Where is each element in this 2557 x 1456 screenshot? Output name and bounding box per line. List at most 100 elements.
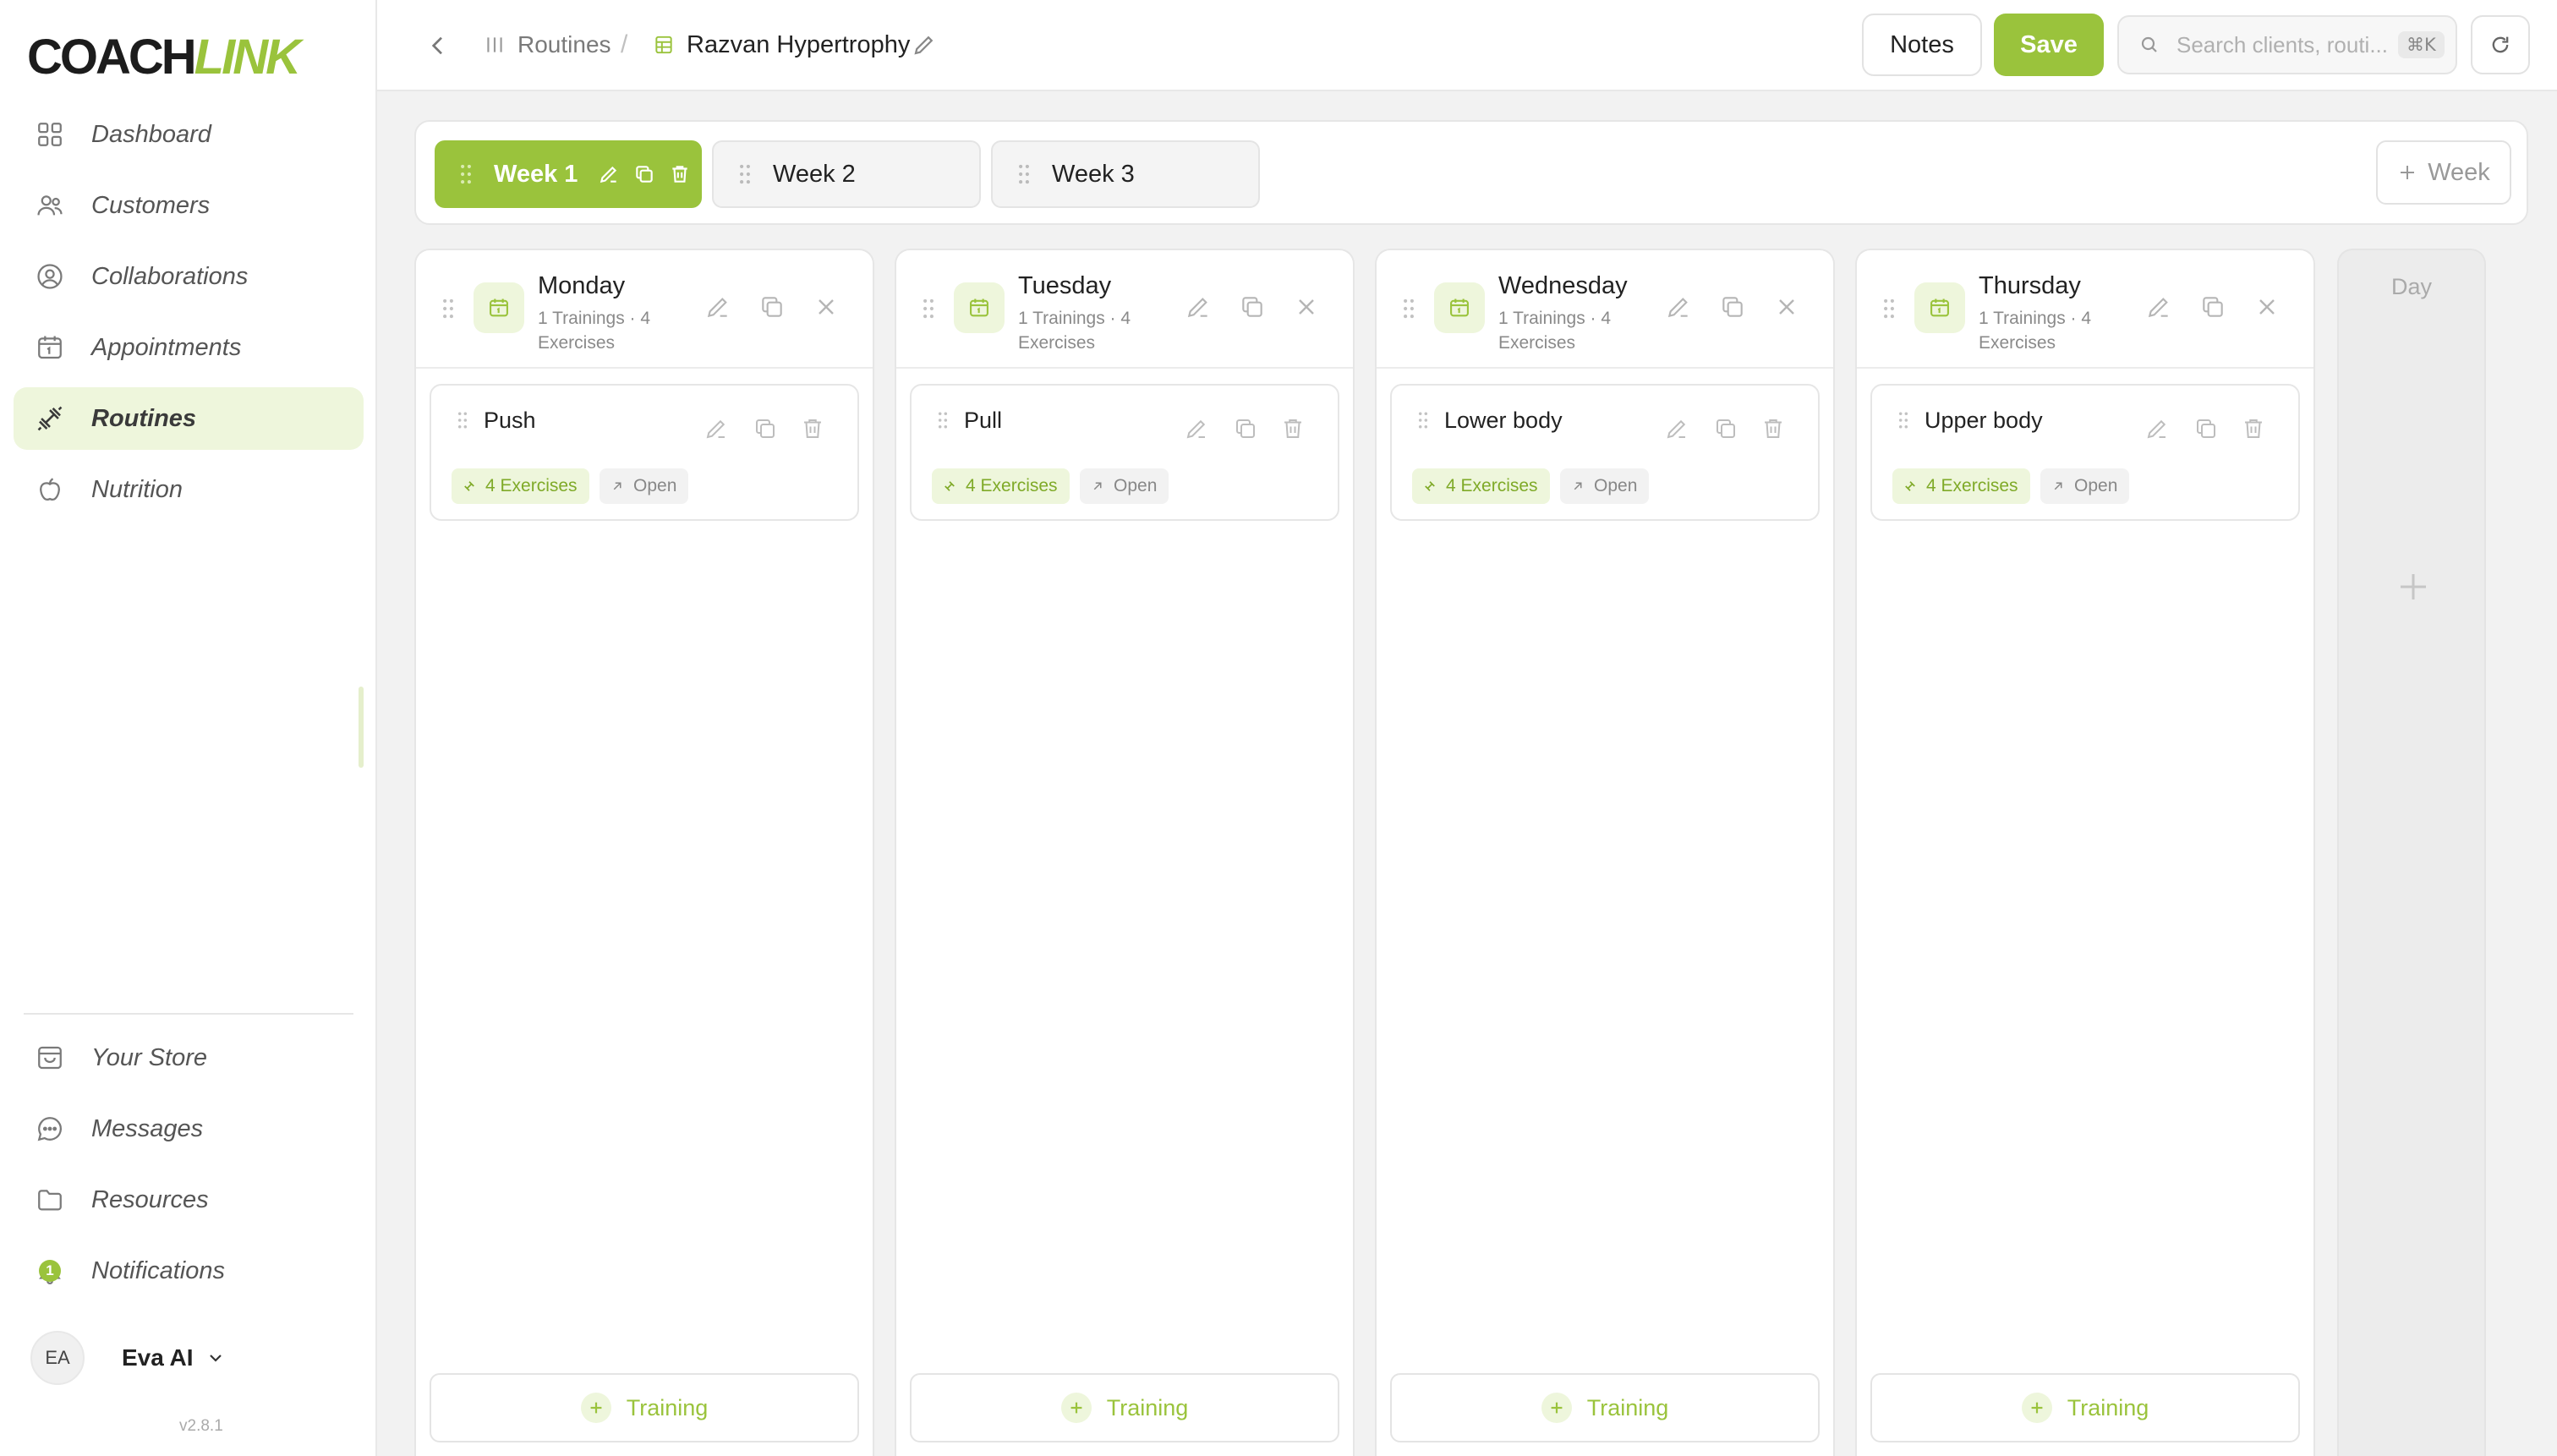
- nav-appointments-label: Appointments: [91, 333, 242, 361]
- exercises-count-badge[interactable]: 4 Exercises: [452, 468, 589, 504]
- nav-messages[interactable]: Messages: [14, 1097, 364, 1160]
- nav-notifications[interactable]: 1 Notifications: [14, 1240, 364, 1302]
- notes-button[interactable]: Notes: [1862, 14, 1982, 76]
- day-header: Wednesday 1 Trainings · 4 Exercises: [1377, 250, 1833, 369]
- open-training-button[interactable]: Open: [600, 468, 689, 504]
- nav-routines[interactable]: Routines: [14, 387, 364, 450]
- drag-handle-icon[interactable]: [1016, 163, 1032, 185]
- exercises-count-label: 4 Exercises: [1926, 476, 2018, 495]
- edit-day-pencil-icon[interactable]: [1662, 291, 1695, 323]
- week-tabs-bar: Week 1 Week 2 Week 3 Week: [414, 120, 2528, 225]
- edit-title-pencil-icon[interactable]: [912, 32, 937, 57]
- nav-dashboard[interactable]: Dashboard: [14, 103, 364, 166]
- notification-count-badge: 1: [39, 1260, 61, 1282]
- user-menu[interactable]: EA Eva AI: [30, 1331, 226, 1385]
- add-training-button[interactable]: Training: [910, 1373, 1339, 1442]
- sidebar-scrollbar[interactable]: [359, 687, 364, 768]
- edit-week-pencil-icon[interactable]: [598, 163, 620, 185]
- delete-week-trash-icon[interactable]: [669, 163, 691, 185]
- save-button[interactable]: Save: [1994, 14, 2104, 76]
- avatar: EA: [30, 1331, 85, 1385]
- duplicate-training-copy-icon[interactable]: [1713, 416, 1740, 443]
- store-icon: [36, 1043, 64, 1072]
- add-week-label: Week: [2428, 158, 2490, 186]
- plus-icon: [580, 1393, 611, 1423]
- edit-day-pencil-icon[interactable]: [702, 291, 734, 323]
- nav-notifications-label: Notifications: [91, 1256, 225, 1284]
- remove-day-close-icon[interactable]: [810, 291, 842, 323]
- nav-customers[interactable]: Customers: [14, 174, 364, 237]
- duplicate-day-copy-icon[interactable]: [2197, 291, 2229, 323]
- breadcrumb-routines[interactable]: Routines: [484, 25, 611, 64]
- tab-week-2[interactable]: Week 2: [712, 140, 981, 208]
- training-card[interactable]: Push 4 Exercises Open: [430, 384, 859, 521]
- remove-day-close-icon[interactable]: [1290, 291, 1322, 323]
- training-card[interactable]: Upper body 4 Exercises Open: [1870, 384, 2300, 521]
- nav-nutrition-label: Nutrition: [91, 475, 183, 503]
- duplicate-day-copy-icon[interactable]: [1236, 291, 1268, 323]
- edit-training-pencil-icon[interactable]: [1664, 416, 1691, 443]
- delete-training-trash-icon[interactable]: [1760, 416, 1788, 443]
- add-day-column[interactable]: Day: [2337, 249, 2486, 1456]
- refresh-button[interactable]: [2471, 15, 2530, 74]
- plus-icon: [2397, 162, 2417, 183]
- drag-handle-icon[interactable]: [1897, 411, 1909, 430]
- edit-training-pencil-icon[interactable]: [1184, 416, 1211, 443]
- duplicate-day-copy-icon[interactable]: [1717, 291, 1749, 323]
- edit-day-pencil-icon[interactable]: [1182, 291, 1214, 323]
- open-training-button[interactable]: Open: [1560, 468, 1650, 504]
- back-icon[interactable]: [424, 32, 452, 59]
- search-input[interactable]: Search clients, routi... ⌘K: [2117, 15, 2457, 74]
- open-training-button[interactable]: Open: [1080, 468, 1169, 504]
- duplicate-day-copy-icon[interactable]: [756, 291, 788, 323]
- tab-week-1[interactable]: Week 1: [435, 140, 702, 208]
- drag-handle-icon[interactable]: [1402, 298, 1415, 320]
- remove-day-close-icon[interactable]: [1771, 291, 1803, 323]
- training-card[interactable]: Lower body 4 Exercises Open: [1390, 384, 1820, 521]
- drag-handle-icon[interactable]: [737, 163, 753, 185]
- nav-nutrition[interactable]: Nutrition: [14, 458, 364, 521]
- search-icon: [2139, 35, 2160, 55]
- exercises-count-badge[interactable]: 4 Exercises: [1412, 468, 1550, 504]
- add-training-button[interactable]: Training: [1390, 1373, 1820, 1442]
- drag-handle-icon[interactable]: [458, 163, 474, 185]
- tab-week-2-label: Week 2: [773, 160, 856, 188]
- add-day-label: Day: [2390, 274, 2432, 299]
- nav-resources-label: Resources: [91, 1185, 209, 1213]
- tab-week-3[interactable]: Week 3: [991, 140, 1260, 208]
- duplicate-training-copy-icon[interactable]: [2193, 416, 2220, 443]
- edit-training-pencil-icon[interactable]: [2144, 416, 2171, 443]
- drag-handle-icon[interactable]: [1882, 298, 1896, 320]
- delete-training-trash-icon[interactable]: [1280, 416, 1307, 443]
- duplicate-week-copy-icon[interactable]: [633, 163, 655, 185]
- drag-handle-icon[interactable]: [457, 411, 468, 430]
- training-card[interactable]: Pull 4 Exercises Open: [910, 384, 1339, 521]
- duplicate-training-copy-icon[interactable]: [753, 416, 780, 443]
- nav-appointments[interactable]: Appointments: [14, 316, 364, 379]
- add-week-button[interactable]: Week: [2376, 140, 2511, 205]
- training-title: Pull: [964, 408, 1003, 433]
- drag-handle-icon[interactable]: [922, 298, 935, 320]
- exercises-count-badge[interactable]: 4 Exercises: [1892, 468, 2030, 504]
- chat-icon: [36, 1114, 64, 1143]
- add-training-button[interactable]: Training: [430, 1373, 859, 1442]
- drag-handle-icon[interactable]: [441, 298, 455, 320]
- duplicate-training-copy-icon[interactable]: [1233, 416, 1260, 443]
- nav-collaborations[interactable]: Collaborations: [14, 245, 364, 308]
- open-training-button[interactable]: Open: [2040, 468, 2130, 504]
- delete-training-trash-icon[interactable]: [2241, 416, 2268, 443]
- edit-day-pencil-icon[interactable]: [2143, 291, 2175, 323]
- edit-training-pencil-icon[interactable]: [704, 416, 731, 443]
- exercises-count-badge[interactable]: 4 Exercises: [932, 468, 1070, 504]
- coachlink-logo[interactable]: COACHLINK: [27, 29, 301, 85]
- add-training-label: Training: [1586, 1394, 1669, 1420]
- remove-day-close-icon[interactable]: [2251, 291, 2283, 323]
- drag-handle-icon[interactable]: [1417, 411, 1429, 430]
- plus-icon: [2396, 570, 2430, 604]
- drag-handle-icon[interactable]: [937, 411, 949, 430]
- plus-icon: [1060, 1393, 1092, 1423]
- add-training-button[interactable]: Training: [1870, 1373, 2300, 1442]
- nav-your-store[interactable]: Your Store: [14, 1026, 364, 1089]
- delete-training-trash-icon[interactable]: [800, 416, 827, 443]
- nav-resources[interactable]: Resources: [14, 1169, 364, 1231]
